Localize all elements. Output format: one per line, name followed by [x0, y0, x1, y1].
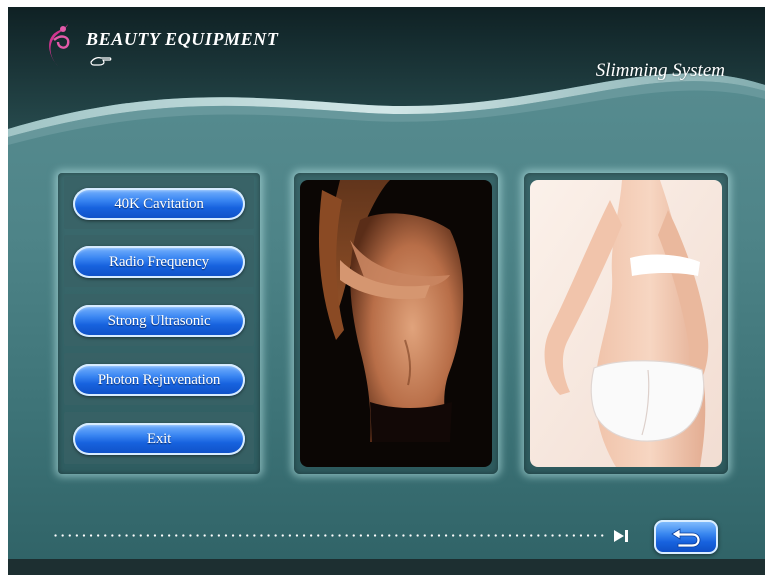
skip-to-end-icon[interactable]: [612, 528, 630, 544]
left-photo-frame: [294, 173, 498, 474]
radio-frequency-button[interactable]: Radio Frequency: [73, 246, 245, 278]
menu-row: Radio Frequency: [64, 235, 254, 287]
bottom-bar: [8, 559, 765, 575]
right-photo-frame: [524, 173, 728, 474]
cavitation-button[interactable]: 40K Cavitation: [73, 188, 245, 220]
menu-row: Exit: [64, 412, 254, 464]
menu-row: Strong Ultrasonic: [64, 294, 254, 346]
page-subtitle: Slimming System: [595, 60, 725, 81]
flower-swirl-icon: [49, 24, 70, 66]
exit-button[interactable]: Exit: [73, 423, 245, 455]
menu-row: 40K Cavitation: [64, 177, 254, 229]
photon-rejuvenation-button[interactable]: Photon Rejuvenation: [73, 364, 245, 396]
brand-name: BEAUTY EQUIPMENT: [86, 29, 279, 49]
brand-logo: BEAUTY EQUIPMENT: [44, 20, 278, 68]
back-button[interactable]: [654, 520, 718, 554]
woman-front-torso-photo: [300, 180, 492, 467]
strong-ultrasonic-button[interactable]: Strong Ultrasonic: [73, 305, 245, 337]
progress-track[interactable]: [54, 534, 610, 537]
return-arrow-icon: [671, 528, 701, 548]
woman-back-figure-photo: [530, 180, 722, 467]
menu-panel: 40K Cavitation Radio Frequency Strong Ul…: [58, 173, 260, 474]
app-screen: BEAUTY EQUIPMENT Slimming System 40K Cav…: [8, 7, 765, 575]
menu-row: Photon Rejuvenation: [64, 353, 254, 405]
pointing-hand-icon: [90, 57, 112, 66]
